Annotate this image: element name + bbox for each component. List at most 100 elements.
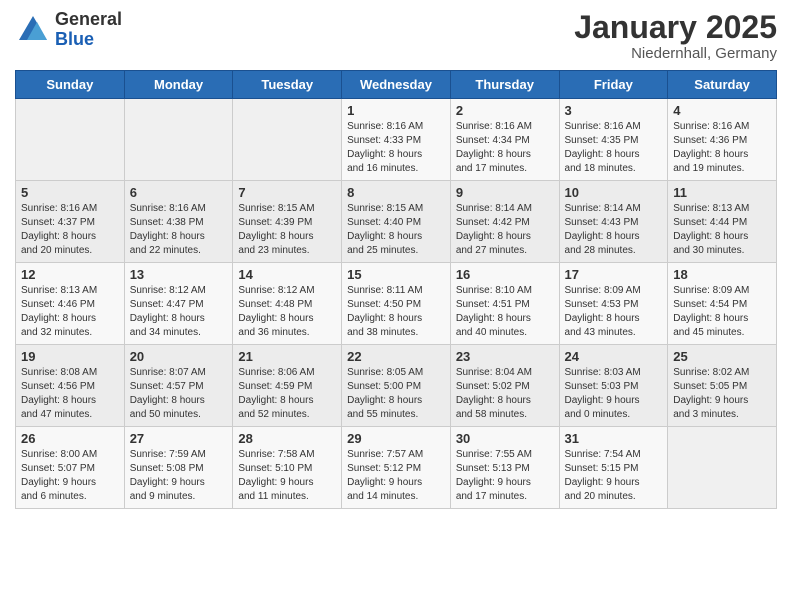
day-number: 18 (673, 267, 771, 282)
day-info: Sunrise: 7:54 AM Sunset: 5:15 PM Dayligh… (565, 448, 663, 504)
day-number: 16 (456, 267, 554, 282)
day-info: Sunrise: 8:03 AM Sunset: 5:03 PM Dayligh… (565, 366, 663, 422)
day-info: Sunrise: 8:09 AM Sunset: 4:53 PM Dayligh… (565, 284, 663, 340)
calendar-cell: 17 Sunrise: 8:09 AM Sunset: 4:53 PM Dayli… (559, 263, 668, 345)
calendar-cell: 8 Sunrise: 8:15 AM Sunset: 4:40 PM Daylig… (342, 181, 451, 263)
day-number: 6 (130, 185, 228, 200)
calendar-cell: 13 Sunrise: 8:12 AM Sunset: 4:47 PM Dayli… (124, 263, 233, 345)
calendar-cell: 1 Sunrise: 8:16 AM Sunset: 4:33 PM Daylig… (342, 99, 451, 181)
day-info: Sunrise: 8:16 AM Sunset: 4:35 PM Dayligh… (565, 120, 663, 176)
day-number: 14 (238, 267, 336, 282)
calendar-cell (16, 99, 125, 181)
calendar-cell (668, 427, 777, 509)
calendar-cell (124, 99, 233, 181)
calendar-cell: 23Sunrise: 8:04 AM Sunset: 5:02 PM Dayli… (450, 345, 559, 427)
day-info: Sunrise: 7:57 AM Sunset: 5:12 PM Dayligh… (347, 448, 445, 504)
day-number: 31 (565, 431, 663, 446)
location-text: Niedernhall, Germany (574, 45, 777, 62)
calendar-cell: 30Sunrise: 7:55 AM Sunset: 5:13 PM Dayli… (450, 427, 559, 509)
weekday-header-row: SundayMondayTuesdayWednesdayThursdayFrid… (16, 71, 777, 99)
day-number: 15 (347, 267, 445, 282)
calendar-cell: 24Sunrise: 8:03 AM Sunset: 5:03 PM Dayli… (559, 345, 668, 427)
day-number: 9 (456, 185, 554, 200)
calendar-week-1: 5Sunrise: 8:16 AM Sunset: 4:37 PM Daylig… (16, 181, 777, 263)
calendar-cell: 10Sunrise: 8:14 AM Sunset: 4:43 PM Dayli… (559, 181, 668, 263)
day-info: Sunrise: 8:07 AM Sunset: 4:57 PM Dayligh… (130, 366, 228, 422)
weekday-header-wednesday: Wednesday (342, 71, 451, 99)
calendar-cell: 22Sunrise: 8:05 AM Sunset: 5:00 PM Dayli… (342, 345, 451, 427)
day-number: 25 (673, 349, 771, 364)
calendar-cell: 6 Sunrise: 8:16 AM Sunset: 4:38 PM Daylig… (124, 181, 233, 263)
calendar-cell: 28Sunrise: 7:58 AM Sunset: 5:10 PM Dayli… (233, 427, 342, 509)
logo-icon (15, 12, 51, 48)
day-info: Sunrise: 8:16 AM Sunset: 4:38 PM Dayligh… (130, 202, 228, 258)
calendar-cell: 14 Sunrise: 8:12 AM Sunset: 4:48 PM Dayli… (233, 263, 342, 345)
day-number: 3 (565, 103, 663, 118)
day-number: 10 (565, 185, 663, 200)
page-header: General Blue January 2025 Niedernhall, G… (15, 10, 777, 62)
day-number: 1 (347, 103, 445, 118)
day-info: Sunrise: 8:08 AM Sunset: 4:56 PM Dayligh… (21, 366, 119, 422)
weekday-header-friday: Friday (559, 71, 668, 99)
day-number: 26 (21, 431, 119, 446)
day-info: Sunrise: 8:13 AM Sunset: 4:44 PM Dayligh… (673, 202, 771, 258)
title-block: January 2025 Niedernhall, Germany (574, 10, 777, 62)
day-info: Sunrise: 8:09 AM Sunset: 4:54 PM Dayligh… (673, 284, 771, 340)
weekday-header-sunday: Sunday (16, 71, 125, 99)
day-info: Sunrise: 8:12 AM Sunset: 4:47 PM Dayligh… (130, 284, 228, 340)
day-number: 7 (238, 185, 336, 200)
calendar-cell: 7 Sunrise: 8:15 AM Sunset: 4:39 PM Daylig… (233, 181, 342, 263)
day-number: 21 (238, 349, 336, 364)
day-number: 22 (347, 349, 445, 364)
calendar-week-4: 26Sunrise: 8:00 AM Sunset: 5:07 PM Dayli… (16, 427, 777, 509)
month-title: January 2025 (574, 10, 777, 45)
day-number: 17 (565, 267, 663, 282)
logo-text: General Blue (55, 10, 122, 50)
day-number: 29 (347, 431, 445, 446)
calendar-cell: 11 Sunrise: 8:13 AM Sunset: 4:44 PM Dayli… (668, 181, 777, 263)
day-info: Sunrise: 8:14 AM Sunset: 4:42 PM Dayligh… (456, 202, 554, 258)
weekday-header-monday: Monday (124, 71, 233, 99)
day-info: Sunrise: 8:12 AM Sunset: 4:48 PM Dayligh… (238, 284, 336, 340)
weekday-header-thursday: Thursday (450, 71, 559, 99)
calendar-cell: 21 Sunrise: 8:06 AM Sunset: 4:59 PM Dayli… (233, 345, 342, 427)
day-info: Sunrise: 8:16 AM Sunset: 4:37 PM Dayligh… (21, 202, 119, 258)
day-info: Sunrise: 8:16 AM Sunset: 4:34 PM Dayligh… (456, 120, 554, 176)
day-info: Sunrise: 8:16 AM Sunset: 4:36 PM Dayligh… (673, 120, 771, 176)
logo: General Blue (15, 10, 122, 50)
day-number: 4 (673, 103, 771, 118)
calendar-cell: 31 Sunrise: 7:54 AM Sunset: 5:15 PM Dayli… (559, 427, 668, 509)
calendar-week-3: 19 Sunrise: 8:08 AM Sunset: 4:56 PM Dayli… (16, 345, 777, 427)
day-info: Sunrise: 8:16 AM Sunset: 4:33 PM Dayligh… (347, 120, 445, 176)
calendar-cell: 26Sunrise: 8:00 AM Sunset: 5:07 PM Dayli… (16, 427, 125, 509)
day-number: 12 (21, 267, 119, 282)
calendar-cell: 12 Sunrise: 8:13 AM Sunset: 4:46 PM Dayli… (16, 263, 125, 345)
calendar-cell: 5Sunrise: 8:16 AM Sunset: 4:37 PM Daylig… (16, 181, 125, 263)
calendar-cell (233, 99, 342, 181)
day-number: 2 (456, 103, 554, 118)
calendar-cell: 2 Sunrise: 8:16 AM Sunset: 4:34 PM Daylig… (450, 99, 559, 181)
calendar-week-0: 1 Sunrise: 8:16 AM Sunset: 4:33 PM Daylig… (16, 99, 777, 181)
day-number: 27 (130, 431, 228, 446)
day-info: Sunrise: 8:10 AM Sunset: 4:51 PM Dayligh… (456, 284, 554, 340)
day-number: 11 (673, 185, 771, 200)
day-number: 20 (130, 349, 228, 364)
day-number: 23 (456, 349, 554, 364)
day-number: 30 (456, 431, 554, 446)
day-info: Sunrise: 8:11 AM Sunset: 4:50 PM Dayligh… (347, 284, 445, 340)
weekday-header-saturday: Saturday (668, 71, 777, 99)
day-number: 13 (130, 267, 228, 282)
day-info: Sunrise: 8:15 AM Sunset: 4:40 PM Dayligh… (347, 202, 445, 258)
day-info: Sunrise: 8:06 AM Sunset: 4:59 PM Dayligh… (238, 366, 336, 422)
calendar-cell: 29 Sunrise: 7:57 AM Sunset: 5:12 PM Dayli… (342, 427, 451, 509)
day-number: 19 (21, 349, 119, 364)
day-info: Sunrise: 8:13 AM Sunset: 4:46 PM Dayligh… (21, 284, 119, 340)
calendar-table: SundayMondayTuesdayWednesdayThursdayFrid… (15, 70, 777, 509)
logo-general-text: General (55, 10, 122, 30)
day-info: Sunrise: 8:15 AM Sunset: 4:39 PM Dayligh… (238, 202, 336, 258)
calendar-cell: 18 Sunrise: 8:09 AM Sunset: 4:54 PM Dayli… (668, 263, 777, 345)
calendar-cell: 4 Sunrise: 8:16 AM Sunset: 4:36 PM Daylig… (668, 99, 777, 181)
day-number: 8 (347, 185, 445, 200)
calendar-cell: 9 Sunrise: 8:14 AM Sunset: 4:42 PM Daylig… (450, 181, 559, 263)
calendar-cell: 16 Sunrise: 8:10 AM Sunset: 4:51 PM Dayli… (450, 263, 559, 345)
